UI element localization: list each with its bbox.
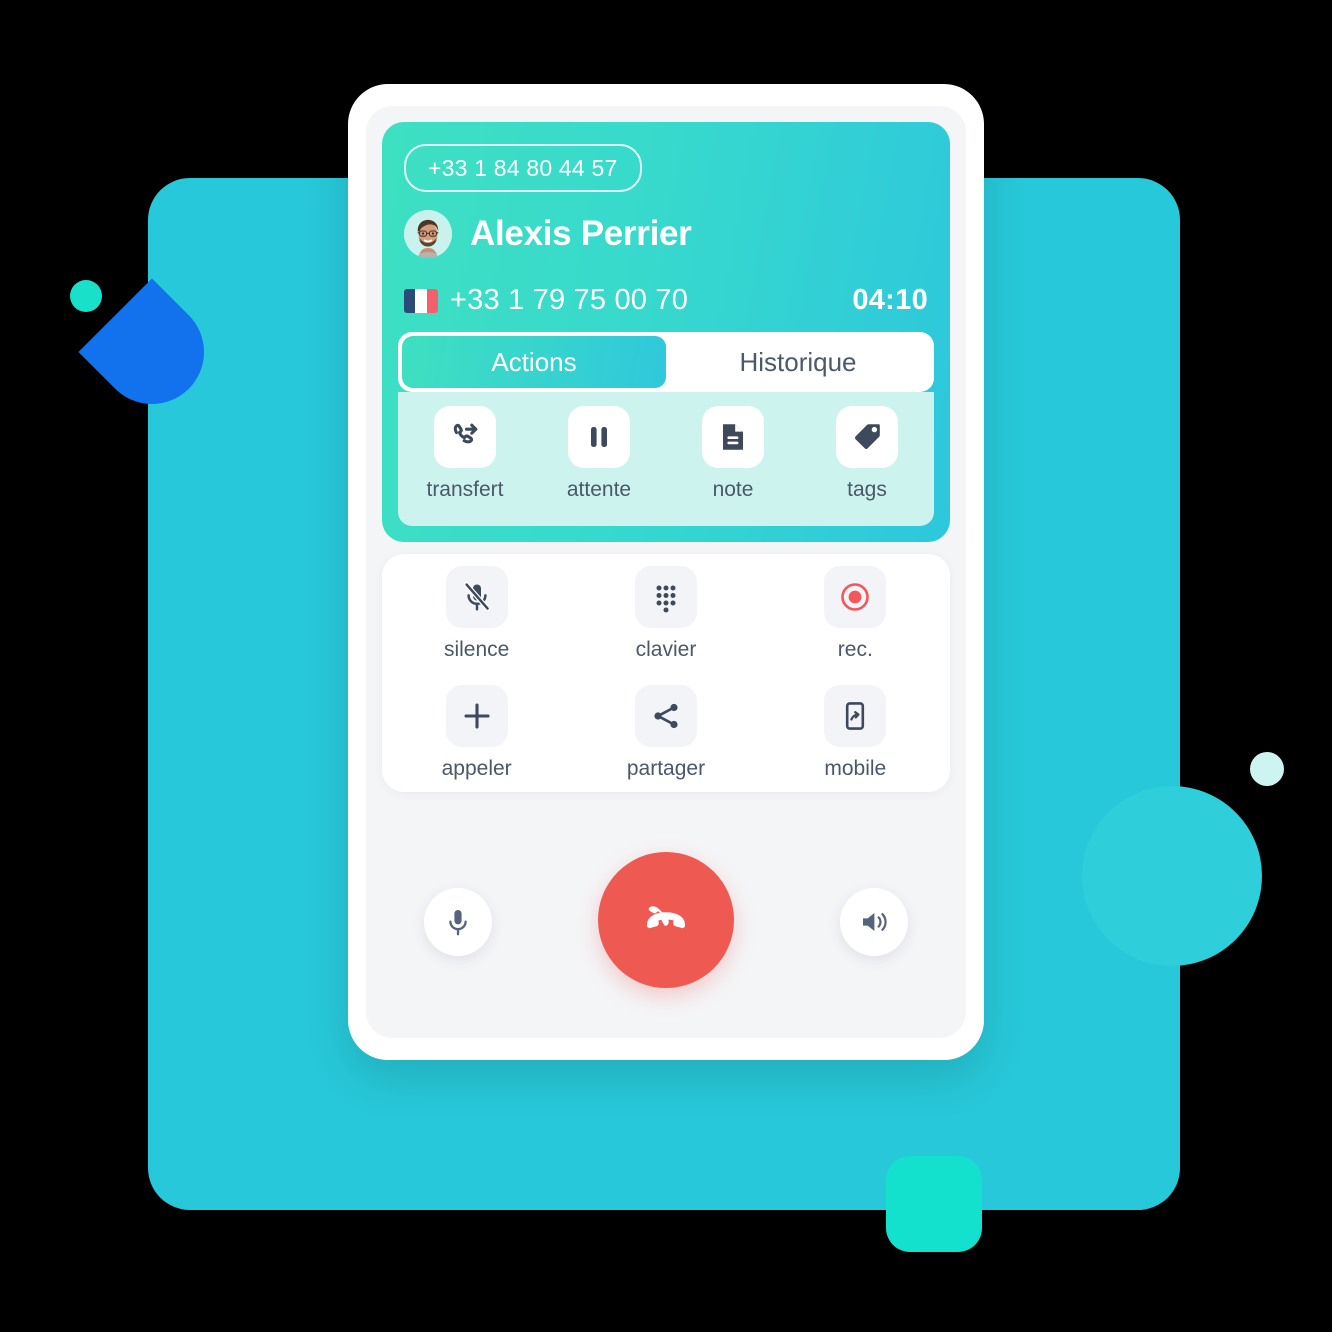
did-number-pill[interactable]: +33 1 84 80 44 57 (404, 144, 642, 192)
action-note-tile[interactable] (702, 406, 764, 468)
avatar-image (404, 210, 452, 258)
tag-icon (855, 424, 880, 449)
caller-row: Alexis Perrier (404, 210, 692, 258)
tab-actions[interactable]: Actions (402, 336, 666, 388)
tab-historique[interactable]: Historique (666, 336, 930, 388)
control-rec-label: rec. (837, 637, 873, 661)
phone-screen: +33 1 84 80 44 57 Alexis Perrier +33 1 7… (366, 106, 966, 1038)
control-silence-tile[interactable] (445, 565, 508, 628)
call-controls-card: silence clavier rec. appeler partager mo… (382, 554, 950, 792)
control-appeler-tile[interactable] (445, 684, 508, 747)
call-header-card: +33 1 84 80 44 57 Alexis Perrier +33 1 7… (382, 122, 950, 542)
background-dot-pale-icon (1250, 752, 1284, 786)
illustration-canvas: +33 1 84 80 44 57 Alexis Perrier +33 1 7… (0, 0, 1332, 1332)
france-flag-icon (404, 288, 438, 313)
control-clavier[interactable]: clavier (634, 565, 697, 662)
call-timer: 04:10 (852, 284, 928, 316)
action-attente-tile[interactable] (568, 406, 630, 468)
caller-number-row: +33 1 79 75 00 70 04:10 (404, 284, 928, 317)
control-mobile[interactable]: mobile (824, 684, 887, 781)
control-silence-label: silence (443, 637, 510, 661)
action-attente-label: attente (566, 478, 632, 501)
caller-number: +33 1 79 75 00 70 (450, 284, 689, 316)
action-transfert[interactable]: transfert (398, 406, 532, 502)
avatar (404, 210, 452, 258)
control-partager[interactable]: partager (626, 684, 706, 781)
control-partager-tile[interactable] (634, 684, 697, 747)
tab-historique-label: Historique (739, 346, 857, 377)
background-circle-decoration (1082, 786, 1262, 966)
speaker-button[interactable] (840, 888, 908, 956)
microphone-button[interactable] (424, 888, 492, 956)
control-silence[interactable]: silence (443, 565, 510, 662)
microphone-muted-icon (463, 581, 490, 611)
control-partager-label: partager (626, 756, 706, 780)
caller-name: Alexis Perrier (470, 214, 692, 253)
control-clavier-label: clavier (635, 637, 697, 661)
action-transfert-label: transfert (426, 478, 504, 501)
control-rec[interactable]: rec. (824, 565, 887, 662)
record-icon (841, 582, 870, 611)
action-note[interactable]: note (666, 406, 800, 502)
action-tags-tile[interactable] (836, 406, 898, 468)
control-mobile-tile[interactable] (824, 684, 887, 747)
control-appeler[interactable]: appeler (441, 684, 512, 781)
control-appeler-label: appeler (441, 756, 512, 780)
control-rec-tile[interactable] (824, 565, 887, 628)
action-note-label: note (712, 478, 754, 501)
share-icon (654, 703, 678, 728)
document-icon (723, 424, 743, 450)
phone-device: +33 1 84 80 44 57 Alexis Perrier +33 1 7… (348, 84, 984, 1060)
dialpad-icon (656, 585, 676, 612)
microphone-icon (449, 910, 467, 936)
control-clavier-tile[interactable] (634, 565, 697, 628)
hangup-button[interactable] (598, 852, 734, 988)
tab-bar: Actions Historique (398, 332, 934, 392)
action-tags-label: tags (847, 478, 887, 501)
tab-actions-label: Actions (491, 346, 577, 377)
call-action-bar (366, 806, 966, 1036)
action-attente[interactable]: attente (532, 406, 666, 502)
speaker-icon (863, 913, 887, 931)
pause-icon (591, 427, 607, 447)
background-dot-mint-icon (70, 280, 102, 312)
control-mobile-label: mobile (824, 756, 887, 780)
action-tags[interactable]: tags (800, 406, 934, 502)
action-transfert-tile[interactable] (434, 406, 496, 468)
did-number-text: +33 1 84 80 44 57 (428, 154, 618, 181)
mobile-transfer-icon (846, 701, 865, 730)
plus-icon (464, 702, 490, 729)
hangup-icon (647, 906, 685, 929)
call-transfer-icon (453, 423, 478, 444)
actions-strip: transfert attente note tags (398, 392, 934, 526)
background-square-mint-icon (886, 1156, 982, 1252)
